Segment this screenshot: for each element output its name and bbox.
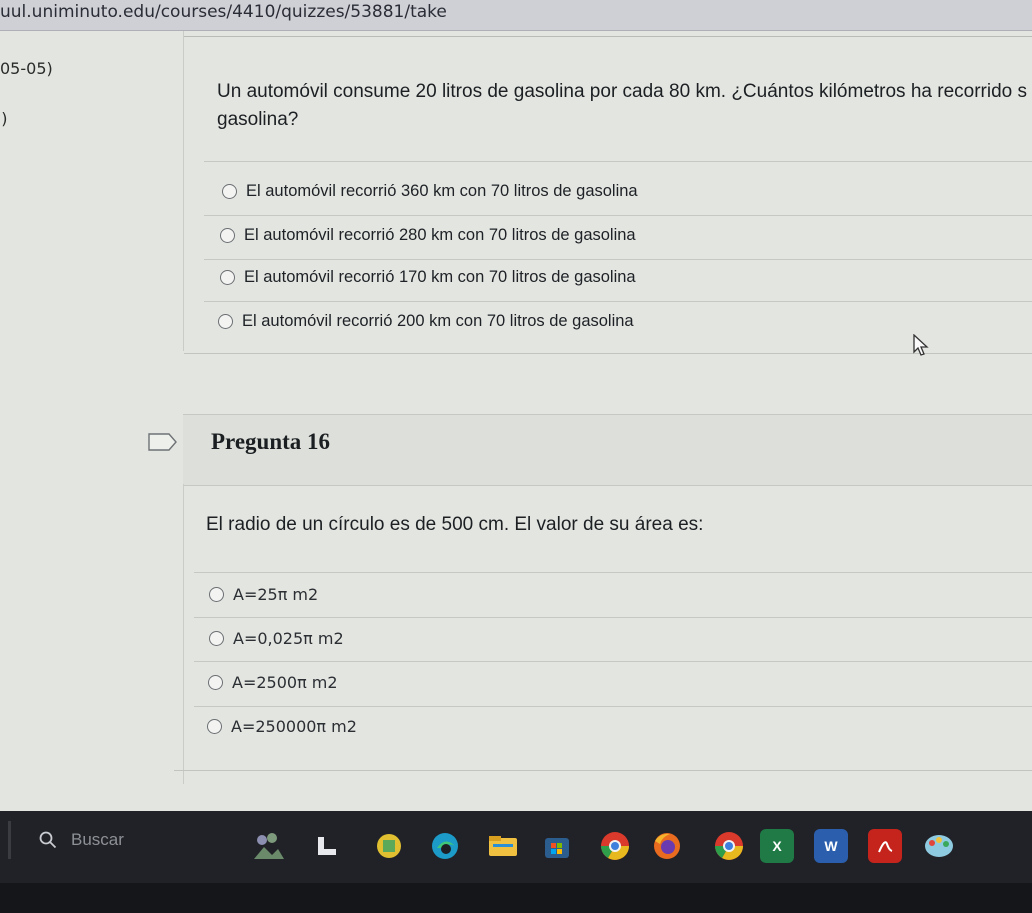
chrome-icon[interactable] xyxy=(598,829,632,863)
paint-icon[interactable] xyxy=(922,829,956,863)
answer-option-3[interactable]: A=2500π m2 xyxy=(208,662,338,702)
previous-question-line2: gasolina? xyxy=(217,109,299,130)
question-16-text: El radio de un círculo es de 500 cm. El … xyxy=(206,514,704,535)
top-divider xyxy=(184,36,1032,37)
radio-button[interactable] xyxy=(207,718,222,734)
taskbar: Buscar X W xyxy=(0,811,1032,913)
previous-question-text: Un automóvil consume 20 litros de gasoli… xyxy=(217,78,1027,134)
answer-label: A=0,025π m2 xyxy=(233,628,344,648)
previous-question-line1: Un automóvil consume 20 litros de gasoli… xyxy=(217,81,1027,102)
radio-button[interactable] xyxy=(222,183,237,199)
sidebar-date-fragment: 05-05) xyxy=(0,59,53,78)
url-text[interactable]: uul.uniminuto.edu/courses/4410/quizzes/5… xyxy=(0,2,447,22)
word-letter: W xyxy=(824,838,838,854)
answer-label: A=25π m2 xyxy=(233,584,319,604)
answer-label: El automóvil recorrió 170 km con 70 litr… xyxy=(244,267,636,286)
answers-divider xyxy=(204,161,1032,162)
radio-button[interactable] xyxy=(208,674,223,690)
question-16-header: Pregunta 16 xyxy=(183,414,1032,486)
answer-label: El automóvil recorrió 360 km con 70 litr… xyxy=(246,181,638,200)
browser-address-bar[interactable]: uul.uniminuto.edu/courses/4410/quizzes/5… xyxy=(0,0,1032,31)
answers-divider xyxy=(194,572,1032,573)
radio-button[interactable] xyxy=(218,313,233,329)
radio-button[interactable] xyxy=(220,227,235,243)
search-icon xyxy=(39,831,57,849)
answer-option-1[interactable]: El automóvil recorrió 360 km con 70 litr… xyxy=(222,171,638,211)
answer-option-4[interactable]: A=250000π m2 xyxy=(207,706,357,746)
quiz-page: 05-05) ) Un automóvil consume 20 litros … xyxy=(0,31,1032,811)
question-16-title: Pregunta 16 xyxy=(211,429,331,454)
answer-option-2[interactable]: El automóvil recorrió 280 km con 70 litr… xyxy=(220,215,636,255)
answer-label: El automóvil recorrió 280 km con 70 litr… xyxy=(244,225,636,244)
store-icon[interactable] xyxy=(540,829,574,863)
landscape-app-icon[interactable] xyxy=(252,829,286,863)
taskbar-search[interactable]: Buscar xyxy=(8,821,211,859)
taskbar-bottom-band xyxy=(0,883,1032,913)
radio-button[interactable] xyxy=(209,586,224,602)
question-bottom-divider xyxy=(174,770,1032,771)
question-bottom-divider xyxy=(184,353,1032,354)
flag-question-icon[interactable] xyxy=(148,431,178,453)
task-view-icon[interactable] xyxy=(310,829,344,863)
folder-icon[interactable] xyxy=(372,829,406,863)
question-16-block: El radio de un círculo es de 500 cm. El … xyxy=(174,484,1032,784)
answer-label: A=2500π m2 xyxy=(232,672,338,692)
answer-label: A=250000π m2 xyxy=(231,716,357,736)
file-explorer-icon[interactable] xyxy=(486,829,520,863)
answer-label: El automóvil recorrió 200 km con 70 litr… xyxy=(242,311,634,330)
firefox-icon[interactable] xyxy=(650,829,684,863)
radio-button[interactable] xyxy=(220,269,235,285)
excel-icon[interactable]: X xyxy=(760,829,794,863)
search-placeholder: Buscar xyxy=(71,830,124,849)
answer-option-1[interactable]: A=25π m2 xyxy=(209,574,318,614)
sidebar-marker: ) xyxy=(1,109,8,128)
mouse-cursor-icon xyxy=(913,334,929,356)
edge-icon[interactable] xyxy=(428,829,462,863)
radio-button[interactable] xyxy=(209,630,224,646)
answer-option-3[interactable]: El automóvil recorrió 170 km con 70 litr… xyxy=(220,257,636,297)
answer-option-2[interactable]: A=0,025π m2 xyxy=(209,618,344,658)
chrome-2-icon[interactable] xyxy=(712,829,746,863)
previous-question-block: Un automóvil consume 20 litros de gasoli… xyxy=(183,31,1032,354)
acrobat-icon[interactable] xyxy=(868,829,902,863)
excel-letter: X xyxy=(772,838,782,854)
answer-option-4[interactable]: El automóvil recorrió 200 km con 70 litr… xyxy=(218,301,634,341)
word-icon[interactable]: W xyxy=(814,829,848,863)
